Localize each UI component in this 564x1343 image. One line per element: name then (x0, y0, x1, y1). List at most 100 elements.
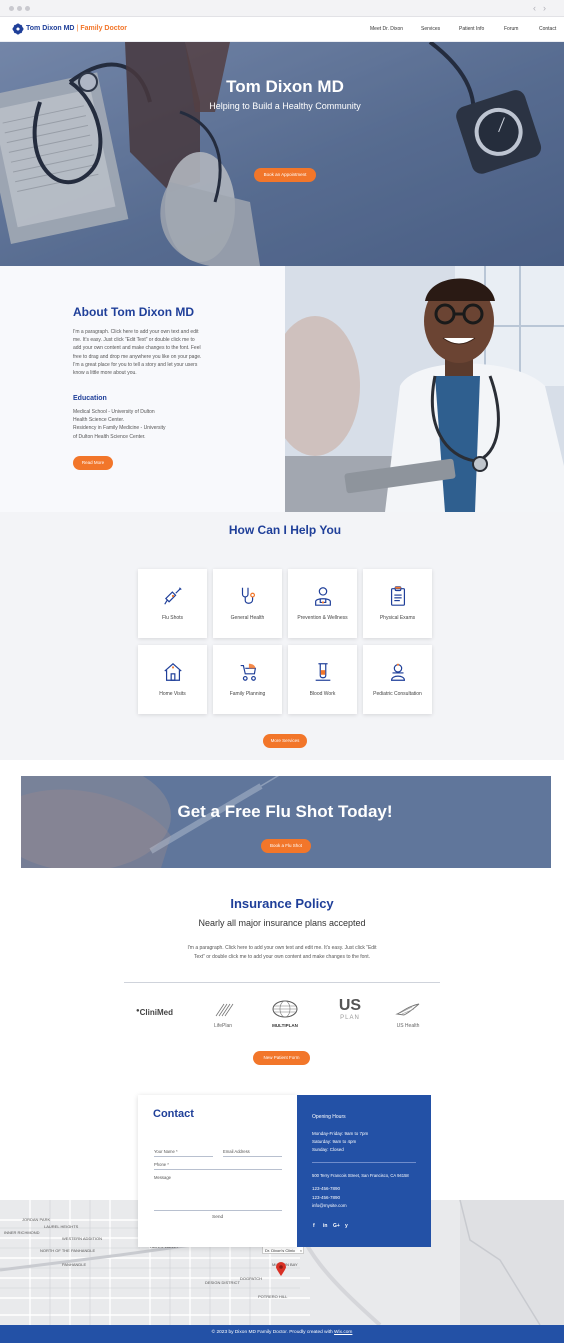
linkedin-icon[interactable]: in (323, 1223, 327, 1229)
read-more-button[interactable]: Read More (73, 456, 113, 470)
flu-banner-image (21, 776, 551, 868)
map-label: WESTERN ADDITION (62, 1236, 102, 1241)
window-dot (9, 6, 14, 11)
service-card-home-visits[interactable]: Home Visits (138, 645, 207, 714)
copyright-text: © 2023 by Dixon MD Family Doctor. Proudl… (211, 1330, 335, 1335)
service-label: Blood Work (309, 691, 336, 697)
service-card-family-planning[interactable]: Family Planning (213, 645, 282, 714)
service-card-flu-shots[interactable]: Flu Shots (138, 569, 207, 638)
map-label: LAUREL HEIGHTS (44, 1224, 79, 1229)
hours-line: Monday-Friday: 9am to 7pm (312, 1131, 369, 1136)
map-pin-label: Dr. Dixon's Clinic (265, 1248, 296, 1253)
map-label: JORDAN PARK (22, 1217, 50, 1222)
doctor-portrait-image (285, 266, 564, 512)
about-paragraph-line: free to drag and drop me anywhere you li… (73, 353, 202, 360)
usplan-logo: US PLAN (335, 998, 365, 1022)
send-button[interactable]: Send (212, 1215, 223, 1220)
about-paragraph-line: I'm a great place for you to tell a stor… (73, 361, 198, 368)
map-label: DESIGN DISTRICT (205, 1280, 240, 1285)
doctor-icon (315, 587, 331, 606)
map-label: PANHANDLE (62, 1262, 86, 1267)
yelp-icon[interactable]: y (345, 1223, 348, 1229)
opening-hours-title: Opening Hours (312, 1114, 346, 1120)
flu-shot-banner (21, 776, 551, 868)
education-line: Residency in Family Medicine - Universit… (73, 425, 166, 432)
ushealth-logo-text: US Health (396, 1023, 420, 1029)
footer-text: © 2023 by Dixon MD Family Doctor. Proudl… (0, 1330, 564, 1335)
service-card-general-health[interactable]: General Health (213, 569, 282, 638)
nav-services[interactable]: Services (421, 26, 440, 32)
brand-logo[interactable]: Tom Dixon MD | Family Doctor (26, 25, 127, 32)
phone-field-label: Phone * (154, 1162, 169, 1167)
back-arrow-icon[interactable]: ‹ (533, 3, 536, 13)
hero-subtitle: Helping to Build a Healthy Community (209, 101, 361, 111)
clipboard-icon (390, 586, 406, 606)
hero-title: Tom Dixon MD (226, 77, 344, 96)
map-pin-icon[interactable] (276, 1262, 286, 1276)
more-services-button[interactable]: More Services (263, 734, 307, 748)
site-header: Tom Dixon MD | Family Doctor Meet Dr. Dixo… (0, 17, 564, 42)
forward-arrow-icon[interactable]: › (543, 3, 546, 13)
nav-contact[interactable]: Contact (539, 26, 556, 32)
about-paragraph: I'm a paragraph. Click here to add your … (73, 328, 201, 377)
message-field[interactable] (154, 1210, 282, 1211)
about-paragraph-line: know a little more about you. (73, 370, 137, 377)
lifeplan-logo-text: LifePlan (213, 1023, 233, 1029)
map-label: DOGPATCH (240, 1276, 262, 1281)
insurance-paragraph-line: Text” or double click me to add your own… (194, 953, 370, 960)
insurance-title: Insurance Policy (230, 896, 334, 911)
eagle-icon (395, 1003, 420, 1016)
education-line: Medical School - University of Dulton (73, 409, 155, 415)
book-appointment-button[interactable]: Book an Appointment (254, 168, 316, 182)
service-label: Prevention & Wellness (297, 615, 348, 621)
email-field[interactable] (223, 1156, 282, 1157)
about-paragraph-line: I'm a paragraph. Click here to add your … (73, 329, 199, 335)
service-label: Home Visits (159, 691, 186, 697)
message-field-label: Message (154, 1175, 171, 1180)
email-link[interactable]: info@mysite.com (312, 1203, 347, 1208)
stroller-icon (240, 663, 257, 681)
flower-logo-icon[interactable] (12, 23, 24, 35)
email-field-label: Email Address (223, 1149, 250, 1154)
service-card-blood-work[interactable]: Blood Work (288, 645, 357, 714)
wix-link[interactable]: Wix.com (334, 1330, 352, 1335)
service-card-physical-exams[interactable]: Physical Exams (363, 569, 432, 638)
service-label: Physical Exams (379, 615, 416, 621)
new-patient-form-button[interactable]: New Patient Form (253, 1051, 310, 1065)
test-tube-icon (315, 663, 331, 681)
nav-meet-dr-dixon[interactable]: Meet Dr. Dixon (370, 26, 403, 32)
name-field-label: Your Name * (154, 1149, 178, 1154)
education-title: Education (73, 395, 107, 402)
flu-shot-title: Get a Free Flu Shot Today! (177, 802, 393, 821)
book-flu-shot-button[interactable]: Book a Flu Shot (261, 839, 311, 853)
nav-patient-info[interactable]: Patient Info (459, 26, 484, 32)
service-label: Family Planning (229, 691, 266, 697)
close-icon[interactable]: × (300, 1247, 302, 1254)
opening-hours-panel: Opening Hours Monday-Friday: 9am to 7pm … (297, 1095, 431, 1247)
brand-separator: | (76, 25, 79, 32)
multiplan-logo-text: MULTIPLAN (272, 1023, 298, 1028)
service-label: General Health (230, 615, 265, 621)
address-text: 500 Terry Francois Street, San Francisco… (312, 1173, 409, 1178)
about-title: About Tom Dixon MD (73, 305, 195, 319)
contact-title: Contact (153, 1108, 194, 1120)
map-label: POTRERO HILL (258, 1294, 288, 1299)
hours-line: Sunday: Closed (312, 1147, 344, 1152)
map-label: NORTH OF THE PANHANDLE (40, 1248, 95, 1253)
google-plus-icon[interactable]: G+ (333, 1223, 340, 1229)
facebook-icon[interactable]: f (313, 1223, 315, 1229)
window-dot (25, 6, 30, 11)
phone-text: 123-456-7890 (312, 1186, 341, 1191)
service-card-prevention-wellness[interactable]: Prevention & Wellness (288, 569, 357, 638)
service-label: Flu Shots (161, 615, 184, 621)
phone-field[interactable] (154, 1169, 282, 1170)
nav-forum[interactable]: Forum (504, 26, 518, 32)
phone-text: 123-456-7890 (312, 1195, 341, 1200)
education-line: of Dulton Health Science Center. (73, 433, 146, 440)
about-paragraph-line: me. It's easy. Just click “Edit Text” or… (73, 337, 195, 344)
name-field[interactable] (154, 1156, 213, 1157)
clinimed-logo: ●CliniMed (136, 1008, 173, 1017)
service-card-pediatric-consultation[interactable]: Pediatric Consultation (363, 645, 432, 714)
divider (124, 982, 440, 983)
education-line: Health Science Center. (73, 417, 125, 424)
